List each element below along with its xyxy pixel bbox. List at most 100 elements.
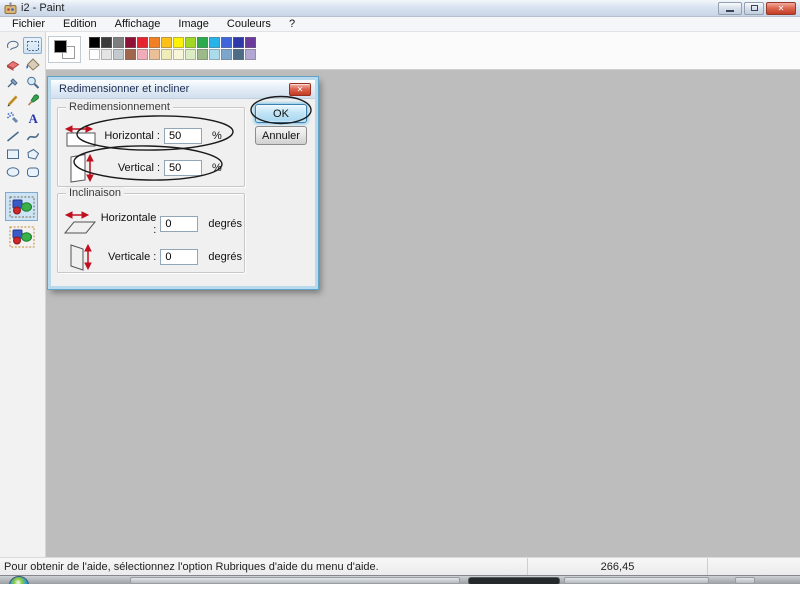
minimize-button[interactable] <box>718 1 742 15</box>
tool-rounded-rectangle-button[interactable] <box>23 163 42 180</box>
menu-affichage[interactable]: Affichage <box>106 18 170 30</box>
color-swatch[interactable] <box>137 37 148 48</box>
skew-horizontal-icon <box>64 211 97 234</box>
dialog-body: Redimensionnement Horizontal : % <box>51 99 315 286</box>
cancel-button[interactable]: Annuler <box>255 126 307 145</box>
restore-button[interactable] <box>744 1 764 15</box>
menu-aide[interactable]: ? <box>280 18 304 30</box>
color-swatch[interactable] <box>89 37 100 48</box>
dialog-title-bar[interactable]: Redimensionner et incliner ✕ <box>51 80 315 99</box>
tool-ellipse-button[interactable] <box>3 163 22 180</box>
color-swatch[interactable] <box>161 49 172 60</box>
skew-horizontal-row: Horizontale : degrés <box>62 210 242 238</box>
taskbar-tray[interactable] <box>735 577 755 584</box>
color-swatch[interactable] <box>185 49 196 60</box>
tool-pencil-button[interactable] <box>3 91 22 108</box>
selection-opaque-option[interactable] <box>5 192 38 221</box>
select-icon <box>26 40 39 51</box>
paint-app-icon <box>4 2 17 15</box>
skew-vertical-row: Verticale : degrés <box>62 242 242 272</box>
color-swatch[interactable] <box>209 37 220 48</box>
color-swatch[interactable] <box>233 37 244 48</box>
dialog-close-button[interactable]: ✕ <box>289 82 311 96</box>
menu-edition[interactable]: Edition <box>54 18 106 30</box>
color-swatch[interactable] <box>113 49 124 60</box>
foreground-color-swatch[interactable] <box>54 40 67 53</box>
color-swatch[interactable] <box>161 37 172 48</box>
menu-couleurs[interactable]: Couleurs <box>218 18 280 30</box>
skew-group-label: Inclinaison <box>66 187 124 199</box>
brush-icon <box>27 93 39 106</box>
free-form-select-icon <box>6 40 19 50</box>
color-swatch[interactable] <box>137 49 148 60</box>
tool-brush-button[interactable] <box>23 91 42 108</box>
selection-transparent-option[interactable] <box>5 222 38 251</box>
active-taskbar-button[interactable] <box>468 577 560 584</box>
color-swatch[interactable] <box>89 49 100 60</box>
close-button[interactable]: ✕ <box>766 1 796 15</box>
close-icon: ✕ <box>777 3 785 13</box>
color-swatch[interactable] <box>209 49 220 60</box>
color-swatch[interactable] <box>185 37 196 48</box>
tool-airbrush-button[interactable] <box>3 109 22 126</box>
color-swatch[interactable] <box>125 49 136 60</box>
color-swatch[interactable] <box>197 49 208 60</box>
tool-polygon-button[interactable] <box>23 145 42 162</box>
color-toolbar <box>46 32 800 70</box>
vertical-skew-input[interactable] <box>160 249 199 265</box>
color-swatch[interactable] <box>149 49 160 60</box>
ellipse-icon <box>6 166 19 177</box>
color-swatch[interactable] <box>245 37 256 48</box>
color-swatch[interactable] <box>221 49 232 60</box>
horizontal-skew-unit: degrés <box>208 218 242 230</box>
taskbar-button[interactable] <box>564 577 709 584</box>
color-swatch[interactable] <box>149 37 160 48</box>
menu-image[interactable]: Image <box>169 18 218 30</box>
tool-magnifier-button[interactable] <box>23 73 42 90</box>
window-title: i2 - Paint <box>21 2 65 14</box>
dialog-title: Redimensionner et incliner <box>59 83 190 95</box>
tool-text-button[interactable]: A <box>23 109 42 126</box>
skew-vertical-icon <box>70 243 93 271</box>
color-swatch[interactable] <box>173 37 184 48</box>
tool-rectangle-button[interactable] <box>3 145 22 162</box>
opaque-selection-icon <box>9 196 34 217</box>
color-swatch[interactable] <box>101 37 112 48</box>
ok-button[interactable]: OK <box>255 104 307 123</box>
taskbar-button-group[interactable] <box>130 577 460 584</box>
horizontal-skew-input[interactable] <box>160 216 199 232</box>
horizontal-resize-input[interactable] <box>164 128 202 144</box>
tool-curve-button[interactable] <box>23 127 42 144</box>
color-swatch[interactable] <box>245 49 256 60</box>
tool-eraser-button[interactable] <box>3 55 22 72</box>
pencil-icon <box>7 94 18 106</box>
status-help-text: Pour obtenir de l'aide, sélectionnez l'o… <box>4 560 379 573</box>
color-swatch[interactable] <box>101 49 112 60</box>
color-swatch[interactable] <box>125 37 136 48</box>
vertical-resize-input[interactable] <box>164 160 202 176</box>
airbrush-icon <box>6 111 18 123</box>
color-swatch[interactable] <box>221 37 232 48</box>
status-bar: Pour obtenir de l'aide, sélectionnez l'o… <box>0 557 800 575</box>
start-orb[interactable] <box>9 576 29 584</box>
color-palette <box>89 36 256 60</box>
tool-fill-button[interactable] <box>23 55 42 72</box>
tool-select-button[interactable] <box>23 37 42 54</box>
vertical-resize-unit: % <box>212 162 222 174</box>
tool-free-form-select-button[interactable] <box>3 37 22 54</box>
paint-window: i2 - Paint ✕ Fichier Edition Affichage I… <box>0 0 800 584</box>
skew-group: Inclinaison Horizontale : degrés <box>57 187 245 273</box>
tool-color-picker-button[interactable] <box>3 73 22 90</box>
transparent-selection-icon <box>9 226 34 247</box>
color-swatch[interactable] <box>173 49 184 60</box>
eraser-icon <box>6 60 19 71</box>
tool-grid: A <box>0 32 45 180</box>
menu-fichier[interactable]: Fichier <box>3 18 54 30</box>
tool-line-button[interactable] <box>3 127 22 144</box>
cursor-coordinates: 266,45 <box>600 560 635 573</box>
rectangle-icon <box>6 149 19 159</box>
color-swatch[interactable] <box>233 49 244 60</box>
color-swatch[interactable] <box>113 37 124 48</box>
dialog-close-icon: ✕ <box>296 84 304 94</box>
color-swatch[interactable] <box>197 37 208 48</box>
